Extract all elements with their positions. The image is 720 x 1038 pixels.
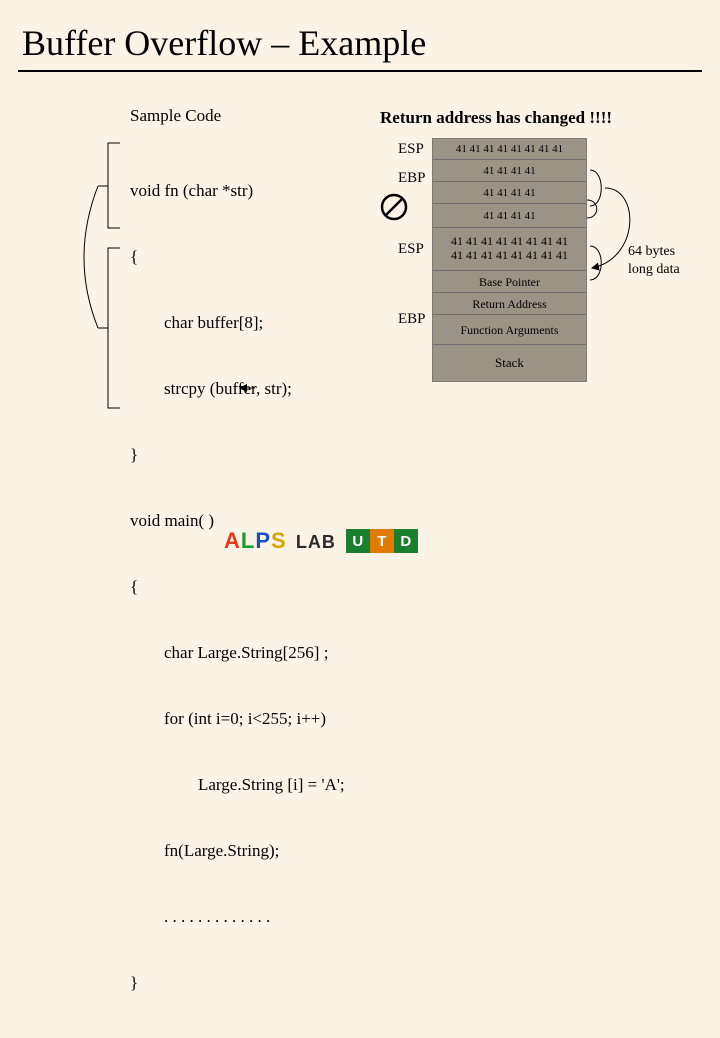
footer-logos: ALPS LAB UTD bbox=[224, 528, 418, 554]
stack-cell-buffer256: 41 41 41 41 41 41 41 41 41 41 41 41 41 4… bbox=[433, 228, 586, 271]
stack-text: 41 41 41 41 41 41 41 41 bbox=[451, 248, 568, 262]
no-entry-icon bbox=[380, 193, 408, 221]
code-block: void fn (char *str) { char buffer[8]; st… bbox=[130, 136, 345, 1038]
stack-cell-base-pointer: Base Pointer bbox=[433, 271, 586, 293]
side-note-line: 64 bytes bbox=[628, 244, 675, 259]
alps-logo: ALPS LAB bbox=[224, 528, 336, 554]
utd-logo: UTD bbox=[346, 529, 418, 553]
ebp-label-2: EBP bbox=[398, 311, 426, 328]
code-line: { bbox=[130, 246, 345, 268]
code-line: . . . . . . . . . . . . . bbox=[130, 906, 345, 928]
return-changed-label: Return address has changed !!!! bbox=[380, 108, 612, 128]
stack-cell-buffer8: 41 41 41 41 41 41 41 41 bbox=[433, 139, 586, 160]
code-line: Large.String [i] = 'A'; bbox=[130, 774, 345, 796]
ebp-label-1: EBP bbox=[398, 170, 426, 187]
esp-label-1: ESP bbox=[398, 141, 424, 158]
code-line: } bbox=[130, 972, 345, 994]
code-line: strcpy (buffer, str); bbox=[130, 378, 345, 400]
sample-code-label: Sample Code bbox=[130, 106, 221, 126]
side-note-line: long data bbox=[628, 262, 680, 277]
alps-suffix: LAB bbox=[296, 532, 336, 553]
code-line: char buffer[8]; bbox=[130, 312, 345, 334]
stack-text: 41 41 41 41 41 41 41 41 bbox=[451, 234, 568, 248]
stack-cell-ebp-overwritten: 41 41 41 41 bbox=[433, 160, 586, 182]
code-line: for (int i=0; i<255; i++) bbox=[130, 708, 345, 730]
stack-cell-ret-overwritten: 41 41 41 41 bbox=[433, 182, 586, 204]
title-underline bbox=[18, 70, 702, 72]
side-note-64bytes: 64 bytes long data bbox=[628, 243, 680, 279]
code-line: fn(Large.String); bbox=[130, 840, 345, 862]
esp-label-2: ESP bbox=[398, 241, 424, 258]
code-line: void fn (char *str) bbox=[130, 180, 345, 202]
code-line: char Large.String[256] ; bbox=[130, 642, 345, 664]
stack-diagram: 41 41 41 41 41 41 41 41 41 41 41 41 41 4… bbox=[432, 138, 587, 382]
stack-cell-stack: Stack bbox=[433, 345, 586, 381]
connector-overlay bbox=[0, 88, 720, 540]
slide-title: Buffer Overflow – Example bbox=[0, 0, 720, 70]
code-line: { bbox=[130, 576, 345, 598]
code-line: } bbox=[130, 444, 345, 466]
stack-text: 41 41 41 41 41 41 41 41 bbox=[456, 143, 563, 155]
stack-cell-arg-overwritten: 41 41 41 41 bbox=[433, 204, 586, 228]
stack-cell-return-address: Return Address bbox=[433, 293, 586, 315]
stack-cell-function-args: Function Arguments bbox=[433, 315, 586, 345]
